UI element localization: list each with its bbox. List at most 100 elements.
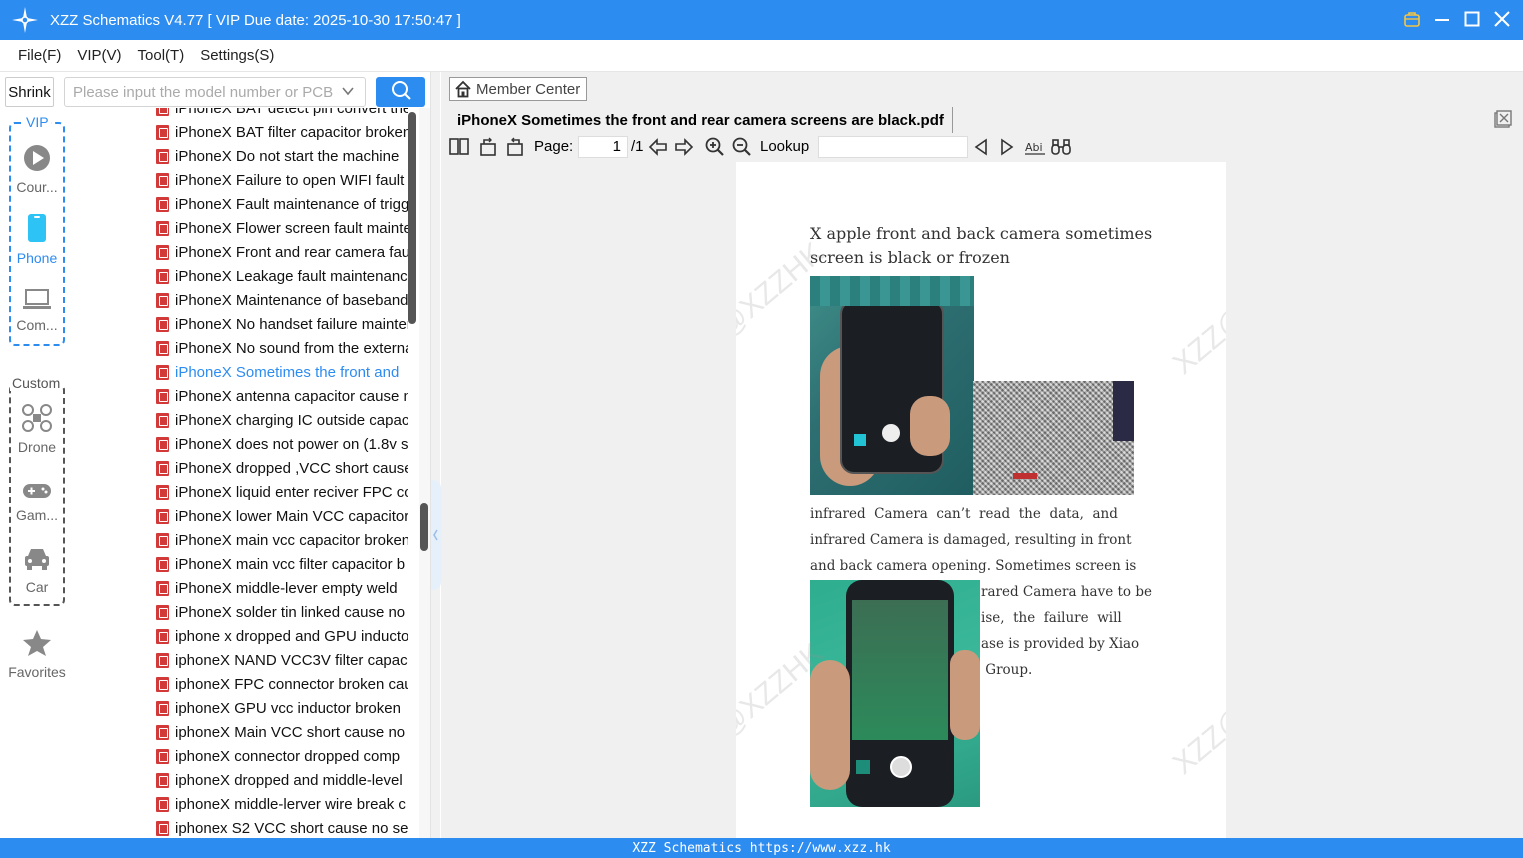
pdf-file-icon xyxy=(156,340,169,356)
file-name: iPhoneX dropped ,VCC short cause xyxy=(175,459,408,477)
close-document-icon[interactable] xyxy=(1494,110,1512,133)
svg-text:Abi: Abi xyxy=(1025,141,1043,154)
file-list-item[interactable]: iphoneX Main VCC short cause no xyxy=(156,720,408,744)
file-list-item[interactable]: iPhoneX lower Main VCC capacitor xyxy=(156,504,408,528)
tree-outer-scrollbar-thumb[interactable] xyxy=(420,503,428,551)
file-name: iPhoneX charging IC outside capacitor xyxy=(175,411,408,429)
file-list-item[interactable]: iPhoneX No sound from the external xyxy=(156,336,408,360)
file-list-item[interactable]: iPhoneX No handset failure maintenance xyxy=(156,312,408,336)
file-list-item[interactable]: iphonex S2 VCC short cause no ser xyxy=(156,816,408,838)
rotate-left-icon[interactable] xyxy=(479,137,499,162)
match-case-icon[interactable]: Abi xyxy=(1024,140,1046,161)
file-list-item[interactable]: iPhoneX does not power on (1.8v s xyxy=(156,432,408,456)
pdf-file-icon xyxy=(156,364,169,380)
file-name: iPhoneX No sound from the external xyxy=(175,339,408,357)
pdf-file-icon xyxy=(156,820,169,836)
drone-icon xyxy=(5,404,69,435)
file-list-item[interactable]: iPhoneX middle-lever empty weld xyxy=(156,576,408,600)
file-list-item[interactable]: iphoneX FPC connector broken cau xyxy=(156,672,408,696)
rail-item-car[interactable]: Car xyxy=(5,546,69,595)
rotate-right-icon[interactable] xyxy=(506,137,526,162)
zoom-in-icon[interactable] xyxy=(705,137,725,162)
file-list-item[interactable]: iPhoneX Fault maintenance of trigger xyxy=(156,192,408,216)
rail-item-drone[interactable]: Drone xyxy=(5,404,69,455)
file-list-item[interactable]: iPhoneX solder tin linked cause no xyxy=(156,600,408,624)
file-list-item[interactable]: iPhoneX Front and rear camera fault xyxy=(156,240,408,264)
watermark: XZZ@XZZHK xyxy=(1166,236,1226,381)
photo-phone-camera-app xyxy=(810,580,980,807)
file-list-item[interactable]: iPhoneX Failure to open WIFI fault xyxy=(156,168,408,192)
file-list-item[interactable]: iPhoneX BAT filter capacitor broken xyxy=(156,120,408,144)
file-list-item[interactable]: iPhoneX Do not start the machine xyxy=(156,144,408,168)
file-list-item[interactable]: iphoneX dropped and middle-level xyxy=(156,768,408,792)
minimize-icon[interactable] xyxy=(1431,6,1453,32)
pdf-file-icon xyxy=(156,484,169,500)
pdf-page: X apple front and back camera sometimes … xyxy=(736,162,1226,838)
rail-item-computer[interactable]: Com... xyxy=(5,288,69,333)
menu-vip[interactable]: VIP(V) xyxy=(77,47,121,64)
previous-page-icon[interactable] xyxy=(648,137,668,162)
chevron-down-icon[interactable] xyxy=(341,84,355,102)
file-name: iphoneX NAND VCC3V filter capaci xyxy=(175,651,408,669)
rail-item-favorites[interactable]: Favorites xyxy=(2,629,72,680)
pdf-file-icon xyxy=(156,388,169,404)
file-list: iPhoneX BAT detect pin convert the iPhone… xyxy=(74,108,419,838)
pdf-paragraph-line-4: rared Camera have to be xyxy=(981,584,1152,600)
file-list-item[interactable]: iPhoneX Sometimes the front and xyxy=(156,360,408,384)
search-input[interactable]: Please input the model number or PCB xyxy=(64,77,366,107)
member-center-button[interactable]: Member Center xyxy=(449,77,588,101)
file-name: iPhoneX Fault maintenance of trigger xyxy=(175,195,408,213)
rail-item-phone[interactable]: Phone xyxy=(5,213,69,266)
next-page-icon[interactable] xyxy=(674,137,694,162)
file-name: iphoneX middle-lerver wire break c xyxy=(175,795,406,813)
close-icon[interactable] xyxy=(1491,6,1513,32)
file-list-item[interactable]: iPhoneX antenna capacitor cause n xyxy=(156,384,408,408)
menu-tool[interactable]: Tool(T) xyxy=(138,47,185,64)
zoom-out-icon[interactable] xyxy=(732,137,752,162)
pdf-paragraph-line-5: ise, the failure will xyxy=(981,610,1122,626)
file-list-item[interactable]: iPhoneX liquid enter reciver FPC cc xyxy=(156,480,408,504)
pdf-paragraph-line-1: infrared Camera can’t read the data, and xyxy=(810,506,1118,522)
file-list-item[interactable]: iphoneX GPU vcc inductor broken xyxy=(156,696,408,720)
two-page-view-icon[interactable] xyxy=(449,137,469,162)
vip-bag-icon[interactable] xyxy=(1401,6,1423,32)
document-tab[interactable]: iPhoneX Sometimes the front and rear cam… xyxy=(449,107,953,133)
file-list-item[interactable]: iPhoneX Maintenance of baseband xyxy=(156,288,408,312)
rail-item-label: Favorites xyxy=(8,664,66,680)
file-list-item[interactable]: iPhoneX dropped ,VCC short cause xyxy=(156,456,408,480)
lookup-label: Lookup xyxy=(760,138,810,155)
file-list-item[interactable]: iphone x dropped and GPU inductor xyxy=(156,624,408,648)
find-previous-icon[interactable] xyxy=(972,137,990,162)
file-list-item[interactable]: iphoneX connector dropped comp xyxy=(156,744,408,768)
lookup-input[interactable] xyxy=(818,136,968,158)
page-number-input[interactable]: 1 xyxy=(578,136,628,158)
file-list-item[interactable]: iPhoneX main vcc filter capacitor b xyxy=(156,552,408,576)
binoculars-icon[interactable] xyxy=(1050,137,1072,162)
search-button[interactable] xyxy=(376,77,425,107)
home-icon xyxy=(454,80,472,98)
rail-item-games[interactable]: Gam... xyxy=(5,482,69,523)
file-list-item[interactable]: iphoneX middle-lerver wire break c xyxy=(156,792,408,816)
file-name: iPhoneX BAT detect pin convert the xyxy=(175,108,408,117)
file-tree: iPhoneX BAT detect pin convert the iPhone… xyxy=(74,108,430,838)
menu-settings[interactable]: Settings(S) xyxy=(200,47,274,64)
file-name: iphoneX GPU vcc inductor broken xyxy=(175,699,401,717)
pdf-file-icon xyxy=(156,268,169,284)
file-list-item[interactable]: iPhoneX Leakage fault maintenance xyxy=(156,264,408,288)
collapse-handle[interactable] xyxy=(431,480,441,590)
panel-splitter[interactable] xyxy=(430,72,441,838)
find-next-icon[interactable] xyxy=(998,137,1016,162)
pdf-file-icon xyxy=(156,532,169,548)
file-list-item[interactable]: iPhoneX charging IC outside capacitor xyxy=(156,408,408,432)
rail-item-courses[interactable]: Cour... xyxy=(5,144,69,195)
file-list-item[interactable]: iPhoneX BAT detect pin convert the xyxy=(156,108,408,120)
file-name: iPhoneX No handset failure maintenance xyxy=(175,315,408,333)
tree-scrollbar-thumb[interactable] xyxy=(408,112,416,324)
file-list-item[interactable]: iPhoneX main vcc capacitor broken xyxy=(156,528,408,552)
file-name: iphone x dropped and GPU inductor xyxy=(175,627,408,645)
file-list-item[interactable]: iphoneX NAND VCC3V filter capaci xyxy=(156,648,408,672)
menu-file[interactable]: File(F) xyxy=(18,47,61,64)
shrink-button[interactable]: Shrink xyxy=(5,77,54,107)
file-list-item[interactable]: iPhoneX Flower screen fault maintenance xyxy=(156,216,408,240)
maximize-icon[interactable] xyxy=(1461,6,1483,32)
